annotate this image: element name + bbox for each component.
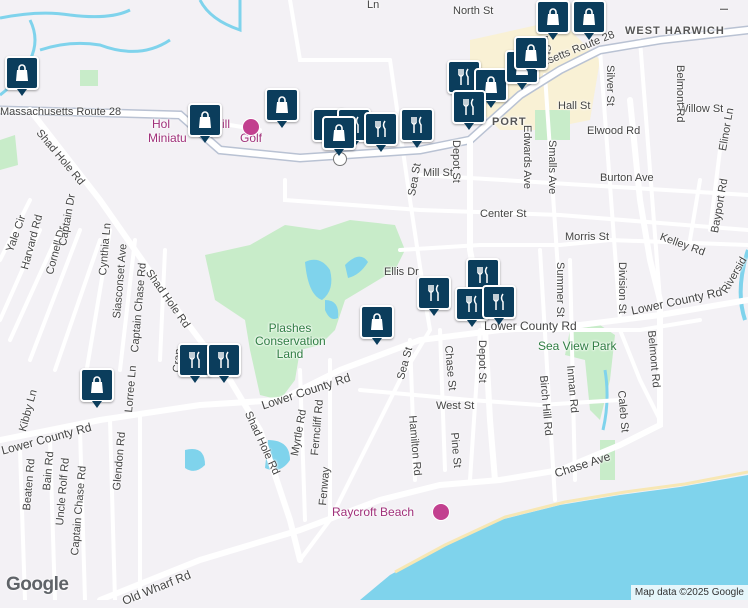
street-label-depot-st-2: Depot St bbox=[476, 340, 488, 383]
fork-knife-icon bbox=[477, 266, 488, 283]
street-label-elwood-rd: Elwood Rd bbox=[587, 125, 641, 137]
street-label-l-fragment: l bbox=[717, 8, 729, 11]
shopping-bag-marker[interactable] bbox=[80, 368, 114, 408]
park-small-1 bbox=[535, 110, 570, 140]
street-label-mill-st: Mill St bbox=[423, 167, 453, 179]
fork-knife-icon bbox=[375, 120, 386, 137]
shopping-bag-marker[interactable] bbox=[322, 116, 356, 156]
park-label-sea-view[interactable]: Sea View Park bbox=[538, 340, 617, 352]
shopping-bag-icon bbox=[333, 124, 345, 141]
shopping-bag-marker[interactable] bbox=[514, 36, 548, 76]
street-label-silver-st: Silver St bbox=[604, 65, 616, 106]
map-attribution[interactable]: Map data ©2025 Google bbox=[630, 585, 748, 600]
restaurant-marker[interactable] bbox=[417, 276, 451, 316]
shopping-bag-icon bbox=[371, 313, 383, 330]
fork-knife-icon bbox=[428, 284, 439, 301]
shopping-bag-icon bbox=[583, 8, 595, 25]
street-label-pine-st: Pine St bbox=[448, 431, 464, 469]
shopping-bag-icon bbox=[91, 376, 103, 393]
restaurant-marker[interactable] bbox=[452, 90, 486, 130]
poi-label-mini-golf-b[interactable]: ill bbox=[222, 118, 230, 130]
park-small-2 bbox=[80, 70, 98, 86]
street-label-ln-fragment: Ln bbox=[367, 0, 380, 11]
street-label-burton-ave: Burton Ave bbox=[600, 172, 654, 184]
poi-label-raycroft-beach[interactable]: Raycroft Beach bbox=[332, 506, 414, 518]
street-label-morris-st: Morris St bbox=[565, 231, 609, 243]
camera-icon[interactable] bbox=[432, 503, 450, 521]
shopping-bag-icon bbox=[525, 44, 537, 61]
street-label-route-28-west: Massachusetts Route 28 bbox=[0, 106, 122, 118]
street-label-ellis-dr: Ellis Dr bbox=[384, 266, 419, 278]
shopping-bag-icon bbox=[276, 96, 288, 113]
area-label-port-fragment: PORT bbox=[492, 116, 527, 128]
fork-knife-icon bbox=[218, 351, 229, 368]
restaurant-marker[interactable] bbox=[207, 343, 241, 383]
street-label-hall-st: Hall St bbox=[558, 100, 591, 112]
shopping-bag-marker[interactable] bbox=[572, 0, 606, 40]
fork-knife-icon bbox=[466, 295, 477, 312]
street-label-depot-st-1: Depot St bbox=[450, 140, 462, 183]
shopping-bag-icon bbox=[16, 64, 28, 81]
street-label-division-st: Division St bbox=[616, 262, 628, 314]
shopping-bag-icon bbox=[547, 8, 559, 25]
restaurant-marker[interactable] bbox=[400, 108, 434, 148]
street-label-west-st: West St bbox=[436, 400, 475, 412]
shopping-bag-marker[interactable] bbox=[360, 305, 394, 345]
shopping-bag-marker[interactable] bbox=[536, 0, 570, 40]
street-label-smalls-ave: Smalls Ave bbox=[546, 140, 558, 195]
shopping-bag-marker[interactable] bbox=[188, 103, 222, 143]
camera-icon[interactable] bbox=[242, 118, 260, 136]
street-label-center-st: Center St bbox=[480, 208, 527, 220]
restaurant-marker[interactable] bbox=[482, 285, 516, 325]
street-label-summer-st: Summer St bbox=[554, 262, 566, 318]
poi-label-mini-golf-c[interactable]: Miniatu bbox=[148, 132, 187, 144]
fork-knife-icon bbox=[458, 68, 469, 85]
fork-knife-icon bbox=[411, 116, 422, 133]
street-label-caleb-st: Caleb St bbox=[615, 389, 631, 434]
street-label-north-st: North St bbox=[453, 5, 494, 17]
shopping-bag-icon bbox=[199, 111, 211, 128]
fork-knife-icon bbox=[463, 98, 474, 115]
restaurant-marker[interactable] bbox=[364, 112, 398, 152]
street-label-edwards-ave: Edwards Ave bbox=[521, 125, 533, 190]
area-label-west-harwich: WEST HARWICH bbox=[625, 25, 725, 37]
park-small-3 bbox=[0, 135, 18, 170]
poi-label-mini-golf-a[interactable]: Hol bbox=[152, 118, 170, 130]
park-label-plashes[interactable]: Plashes Conservation Land bbox=[255, 322, 326, 361]
shopping-bag-marker[interactable] bbox=[5, 56, 39, 96]
street-label-belmont-rd-top: Belmont Rd bbox=[674, 65, 686, 123]
shopping-bag-marker[interactable] bbox=[265, 88, 299, 128]
fork-knife-icon bbox=[189, 351, 200, 368]
fork-knife-icon bbox=[493, 293, 504, 310]
google-logo[interactable]: Google bbox=[6, 574, 69, 596]
